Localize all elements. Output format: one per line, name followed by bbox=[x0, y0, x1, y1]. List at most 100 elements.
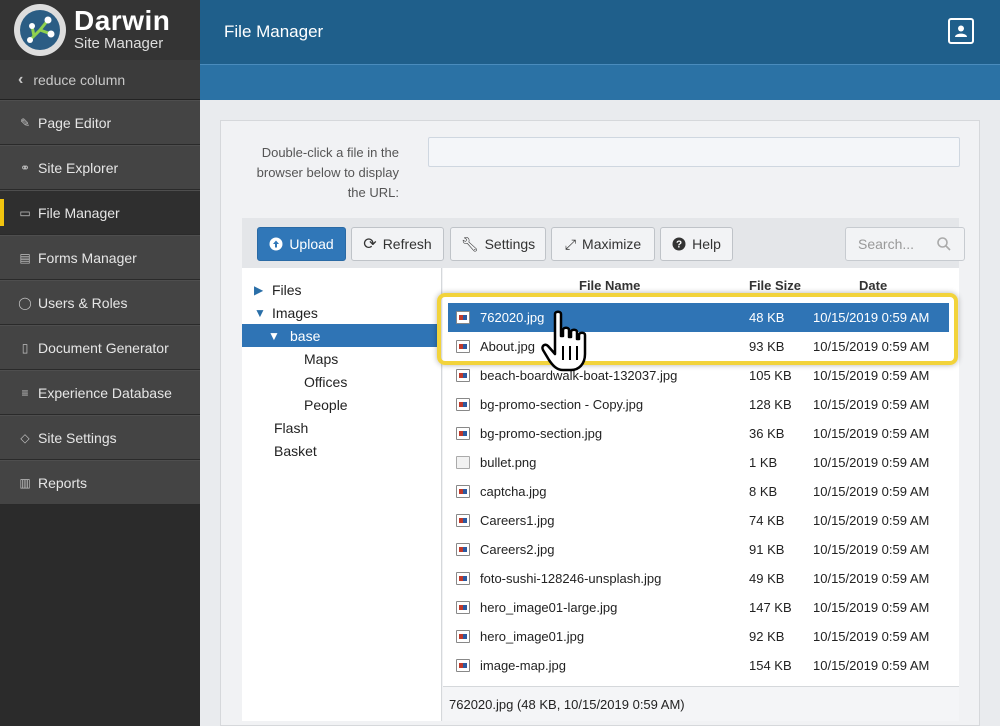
sidebar-item-label: Site Explorer bbox=[38, 159, 119, 176]
tree-node-offices[interactable]: Offices bbox=[304, 370, 347, 393]
upload-icon bbox=[269, 237, 283, 251]
file-name: hero_image01-large.jpg bbox=[480, 600, 618, 615]
image-file-icon bbox=[456, 543, 470, 556]
refresh-button[interactable]: ⟳ Refresh bbox=[351, 227, 444, 261]
tree-node-base[interactable]: ▼ base bbox=[242, 324, 441, 347]
sidebar-item-label: File Manager bbox=[38, 204, 120, 221]
url-field[interactable] bbox=[428, 137, 960, 167]
file-manager-panel: Double-click a file in the browser below… bbox=[220, 120, 980, 726]
file-date: 10/15/2019 0:59 AM bbox=[813, 484, 930, 499]
file-date: 10/15/2019 0:59 AM bbox=[813, 600, 930, 615]
sidebar: Darwin Site Manager ‹ reduce column ✎ Pag… bbox=[0, 0, 200, 726]
file-size: 105 KB bbox=[749, 368, 792, 383]
sub-header-bar bbox=[200, 64, 1000, 100]
tree-node-label: Files bbox=[272, 281, 302, 298]
database-icon: ≡ bbox=[21, 385, 29, 400]
tree-node-flash[interactable]: Flash bbox=[274, 416, 308, 439]
search-placeholder: Search... bbox=[858, 236, 915, 252]
tree-node-label: Images bbox=[272, 304, 318, 321]
table-row[interactable]: captcha.jpg 8 KB 10/15/2019 0:59 AM bbox=[448, 477, 949, 506]
user-icon bbox=[955, 25, 967, 37]
table-row[interactable]: image-map.jpg 154 KB 10/15/2019 0:59 AM bbox=[448, 651, 949, 680]
file-name: bg-promo-section.jpg bbox=[480, 426, 603, 441]
file-date: 10/15/2019 0:59 AM bbox=[813, 542, 930, 557]
tree-node-people[interactable]: People bbox=[304, 393, 348, 416]
file-date: 10/15/2019 0:59 AM bbox=[813, 455, 930, 470]
reduce-column-button[interactable]: ‹ reduce column bbox=[0, 60, 200, 100]
tree-node-maps[interactable]: Maps bbox=[304, 347, 338, 370]
sidebar-item-label: Site Settings bbox=[38, 429, 117, 446]
user-account-button[interactable] bbox=[948, 18, 974, 44]
image-file-icon bbox=[456, 369, 470, 382]
file-date: 10/15/2019 0:59 AM bbox=[813, 629, 930, 644]
brand-logo[interactable]: Darwin Site Manager bbox=[0, 0, 200, 60]
column-header-file-size[interactable]: File Size bbox=[749, 278, 801, 293]
sidebar-item-file-manager[interactable]: ▭ File Manager bbox=[0, 190, 200, 235]
brand-title: Darwin bbox=[74, 5, 171, 36]
file-date: 10/15/2019 0:59 AM bbox=[813, 426, 930, 441]
file-name: bg-promo-section - Copy.jpg bbox=[480, 397, 644, 412]
sidebar-item-document-generator[interactable]: ▯ Document Generator bbox=[0, 325, 200, 370]
form-icon: ▤ bbox=[19, 250, 31, 265]
sidebar-item-reports[interactable]: ▥ Reports bbox=[0, 460, 200, 505]
table-row[interactable]: beach-boardwalk-boat-132037.jpg 105 KB 10/… bbox=[448, 361, 949, 390]
settings-button[interactable]: 🔧︎ Settings bbox=[450, 227, 546, 261]
refresh-icon: ⟳ bbox=[363, 236, 377, 253]
document-file-icon bbox=[456, 456, 470, 469]
table-row[interactable]: bg-promo-section.jpg 36 KB 10/15/2019 0:59… bbox=[448, 419, 949, 448]
file-name: bullet.png bbox=[480, 455, 537, 470]
reduce-column-label: reduce column bbox=[33, 71, 126, 88]
upload-button[interactable]: Upload bbox=[257, 227, 346, 261]
tree-node-images[interactable]: ▼ Images bbox=[254, 301, 318, 324]
chart-icon: ▥ bbox=[19, 475, 31, 490]
table-row[interactable]: Careers1.jpg 74 KB 10/15/2019 0:59 AM bbox=[448, 506, 949, 535]
sidebar-item-label: Reports bbox=[38, 474, 88, 491]
help-label: Help bbox=[692, 236, 721, 252]
sidebar-item-site-settings[interactable]: ◇ Site Settings bbox=[0, 415, 200, 460]
sidebar-item-label: Document Generator bbox=[38, 339, 169, 356]
maximize-button[interactable]: ⤢ Maximize bbox=[551, 227, 655, 261]
column-header-file-name[interactable]: File Name bbox=[579, 278, 640, 293]
file-date: 10/15/2019 0:59 AM bbox=[813, 513, 930, 528]
file-size: 1 KB bbox=[749, 455, 778, 470]
file-name: foto-sushi-128246-unsplash.jpg bbox=[480, 571, 662, 586]
search-icon bbox=[937, 237, 951, 251]
file-size: 154 KB bbox=[749, 658, 792, 673]
file-name: captcha.jpg bbox=[480, 484, 547, 499]
file-size: 92 KB bbox=[749, 629, 785, 644]
file-date: 10/15/2019 0:59 AM bbox=[813, 658, 930, 673]
svg-text:?: ? bbox=[676, 240, 682, 251]
file-date: 10/15/2019 0:59 AM bbox=[813, 571, 930, 586]
table-row[interactable]: bg-promo-section - Copy.jpg 128 KB 10/15/2… bbox=[448, 390, 949, 419]
sidebar-item-experience-database[interactable]: ≡ Experience Database bbox=[0, 370, 200, 415]
tree-node-basket[interactable]: Basket bbox=[274, 439, 317, 462]
table-row[interactable]: hero_image01.jpg 92 KB 10/15/2019 0:59 AM bbox=[448, 622, 949, 651]
table-row[interactable]: bullet.png 1 KB 10/15/2019 0:59 AM bbox=[448, 448, 949, 477]
search-input[interactable]: Search... bbox=[845, 227, 965, 261]
help-button[interactable]: ? Help bbox=[660, 227, 733, 261]
caret-down-icon: ▼ bbox=[268, 328, 280, 343]
tree-node-files[interactable]: ▶ Files bbox=[254, 278, 302, 301]
image-file-icon bbox=[456, 514, 470, 527]
file-name: hero_image01.jpg bbox=[480, 629, 585, 644]
image-file-icon bbox=[456, 485, 470, 498]
table-row[interactable]: hero_image01-large.jpg 147 KB 10/15/2019 0… bbox=[448, 593, 949, 622]
status-bar: 762020.jpg (48 KB, 10/15/2019 0:59 AM) bbox=[443, 686, 959, 721]
file-name: image-map.jpg bbox=[480, 658, 566, 673]
user-icon: ◯ bbox=[18, 295, 32, 310]
column-header-date[interactable]: Date bbox=[859, 278, 887, 293]
chevron-left-icon: ‹ bbox=[18, 70, 24, 88]
file-size: 91 KB bbox=[749, 542, 785, 557]
sidebar-item-page-editor[interactable]: ✎ Page Editor bbox=[0, 100, 200, 145]
table-row[interactable]: foto-sushi-128246-unsplash.jpg 49 KB 10/15… bbox=[448, 564, 949, 593]
sidebar-item-site-explorer[interactable]: ⚭ Site Explorer bbox=[0, 145, 200, 190]
app-header: File Manager bbox=[200, 0, 1000, 64]
tag-icon: ◇ bbox=[20, 430, 30, 445]
folder-icon: ▭ bbox=[19, 205, 31, 220]
sidebar-item-label: Forms Manager bbox=[38, 249, 137, 266]
file-size: 36 KB bbox=[749, 426, 785, 441]
table-row[interactable]: Careers2.jpg 91 KB 10/15/2019 0:59 AM bbox=[448, 535, 949, 564]
sidebar-item-users-roles[interactable]: ◯ Users & Roles bbox=[0, 280, 200, 325]
sidebar-item-forms-manager[interactable]: ▤ Forms Manager bbox=[0, 235, 200, 280]
file-date: 10/15/2019 0:59 AM bbox=[813, 368, 930, 383]
